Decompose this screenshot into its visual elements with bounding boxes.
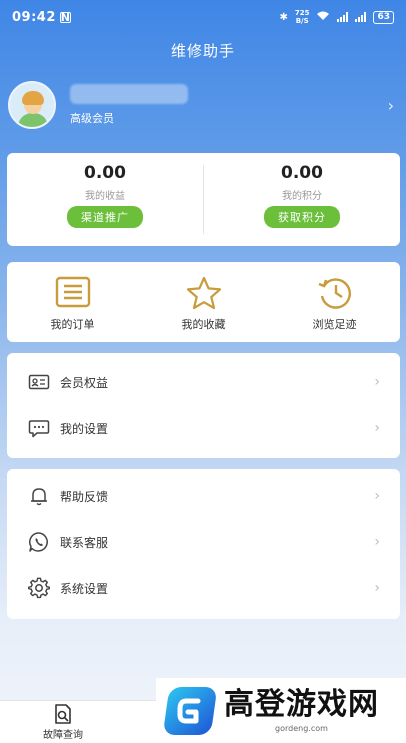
menu-item-help-feedback[interactable]: 帮助反馈 › bbox=[7, 473, 400, 519]
menu-label: 系统设置 bbox=[60, 581, 109, 596]
tab-fault-query[interactable]: 故障查询 bbox=[30, 703, 96, 741]
menu-label: 帮助反馈 bbox=[60, 489, 109, 504]
status-icons: ✱ 725 B/S 63 bbox=[279, 9, 394, 25]
menu-label: 会员权益 bbox=[60, 375, 109, 390]
chat-bubble-icon bbox=[28, 420, 50, 438]
avatar[interactable] bbox=[8, 81, 56, 129]
status-bar: 09:42 N ✱ 725 B/S 63 bbox=[0, 0, 406, 34]
battery-icon: 63 bbox=[373, 10, 394, 24]
shortcut-label: 我的订单 bbox=[50, 318, 95, 331]
username-blurred bbox=[70, 84, 188, 104]
tab-label: 故障查询 bbox=[43, 730, 83, 741]
chevron-right-icon: › bbox=[374, 580, 380, 596]
menu-item-member-benefits[interactable]: 会员权益 › bbox=[7, 359, 400, 405]
star-icon bbox=[186, 276, 221, 310]
bell-icon bbox=[31, 488, 47, 506]
status-time: 09:42 bbox=[12, 9, 56, 25]
menu-label: 联系客服 bbox=[60, 535, 109, 550]
chevron-right-icon: › bbox=[374, 488, 380, 504]
get-points-button[interactable]: 获取积分 bbox=[264, 206, 340, 228]
chevron-right-icon: › bbox=[387, 95, 394, 115]
shortcuts-card: 我的订单 我的收藏 浏览足迹 bbox=[7, 262, 400, 342]
menu-group-1: 会员权益 › 我的设置 › bbox=[7, 353, 400, 458]
menu-item-contact-support[interactable]: 联系客服 › bbox=[7, 519, 400, 565]
order-list-icon bbox=[55, 276, 90, 308]
chevron-right-icon: › bbox=[374, 374, 380, 390]
phone-chat-icon bbox=[29, 532, 48, 552]
income-label: 我的收益 bbox=[85, 191, 125, 202]
signal-icon bbox=[337, 12, 349, 22]
page-title: 维修助手 bbox=[170, 42, 235, 60]
member-card-icon bbox=[28, 374, 50, 390]
watermark-url: gordeng.com bbox=[275, 724, 328, 733]
bluetooth-icon: ✱ bbox=[279, 11, 288, 23]
income-section: 0.00 我的收益 渠道推广 bbox=[7, 153, 203, 246]
shortcut-label: 浏览足迹 bbox=[312, 318, 357, 331]
shortcut-my-orders[interactable]: 我的订单 bbox=[7, 262, 138, 342]
wifi-icon bbox=[316, 11, 330, 24]
menu-group-2: 帮助反馈 › 联系客服 › 系统设置 › bbox=[7, 469, 400, 619]
earnings-card: 0.00 我的收益 渠道推广 0.00 我的积分 获取积分 bbox=[7, 153, 400, 246]
menu-item-my-settings[interactable]: 我的设置 › bbox=[7, 405, 400, 451]
points-section: 0.00 我的积分 获取积分 bbox=[204, 153, 400, 246]
shortcut-my-favorites[interactable]: 我的收藏 bbox=[138, 262, 269, 342]
member-level: 高级会员 bbox=[70, 112, 114, 125]
chevron-right-icon: › bbox=[374, 420, 380, 436]
watermark: 高登游戏网 gordeng.com bbox=[156, 678, 406, 743]
shortcut-label: 我的收藏 bbox=[181, 318, 226, 331]
signal-icon-2 bbox=[355, 12, 367, 22]
profile-row[interactable]: 高级会员 › bbox=[8, 80, 398, 130]
shortcut-browsing-history[interactable]: 浏览足迹 bbox=[269, 262, 400, 342]
points-value: 0.00 bbox=[281, 163, 323, 183]
document-search-icon bbox=[55, 704, 71, 724]
gear-icon bbox=[28, 577, 50, 599]
gordeng-logo-icon bbox=[164, 686, 216, 735]
menu-label: 我的设置 bbox=[60, 421, 109, 436]
menu-item-system-settings[interactable]: 系统设置 › bbox=[7, 565, 400, 611]
points-label: 我的积分 bbox=[282, 191, 322, 202]
watermark-brand: 高登游戏网 bbox=[224, 687, 379, 722]
nfc-icon: N bbox=[59, 10, 71, 24]
income-value: 0.00 bbox=[84, 163, 126, 183]
history-clock-icon bbox=[318, 278, 351, 309]
network-speed: 725 B/S bbox=[294, 9, 310, 25]
channel-promotion-button[interactable]: 渠道推广 bbox=[67, 206, 143, 228]
chevron-right-icon: › bbox=[374, 534, 380, 550]
